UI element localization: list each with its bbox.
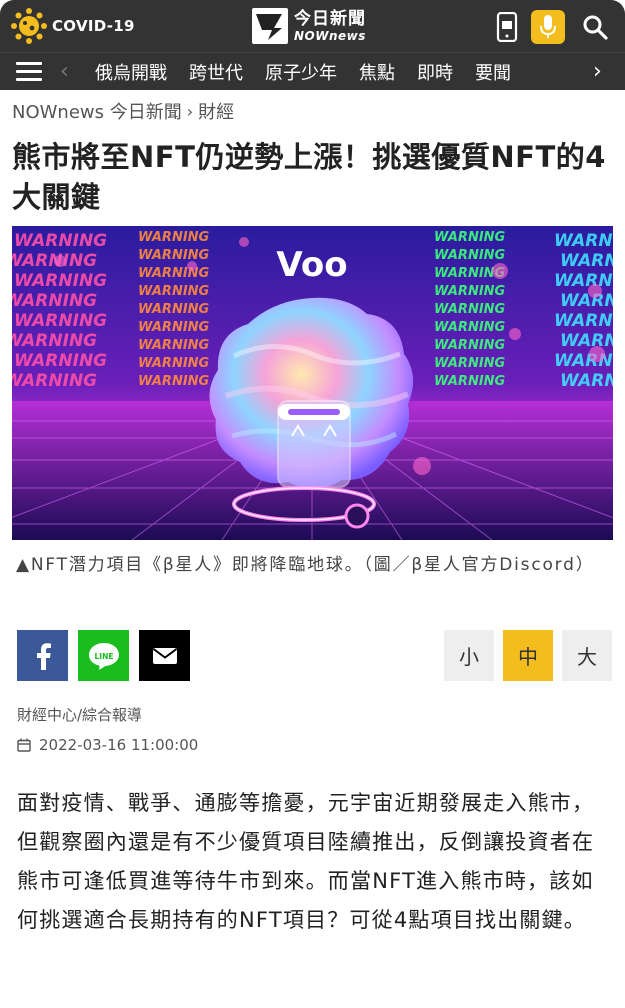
line-icon: LINE — [88, 642, 119, 670]
site-logo[interactable]: 今日新聞 NOWnews — [252, 8, 366, 44]
calendar-icon — [17, 738, 31, 752]
mail-icon — [152, 647, 177, 664]
svg-text:WARNING: WARNING — [12, 371, 97, 391]
covid-link[interactable]: COVID-19 — [10, 8, 135, 44]
svg-text:WARNING: WARNING — [138, 230, 210, 245]
nav-item-atom-youth[interactable]: 原子少年 — [265, 59, 337, 85]
logo-mark-icon — [252, 8, 288, 44]
svg-text:WARNING: WARNING — [12, 291, 97, 311]
svg-text:WARNING: WARNING — [434, 320, 506, 335]
svg-text:WARNING: WARNING — [138, 302, 210, 317]
article-date-row: 2022-03-16 11:00:00 — [17, 736, 198, 754]
article-title: 熊市將至NFT仍逆勢上漲！挑選優質NFT的4大關鍵 — [12, 140, 606, 214]
article-screen: COVID-19 今日新聞 NOWnews ‹ 俄烏開戰 跨世代 原子少年 焦點… — [0, 0, 625, 1008]
breadcrumb-section[interactable]: 財經 — [198, 98, 234, 124]
article-body: 面對疫情、戰爭、通膨等擔憂，元宇宙近期發展走入熊市，但觀察圈內還是有不少優質項目… — [17, 791, 595, 932]
line-icon-label: LINE — [94, 652, 113, 661]
svg-text:WARNING: WARNING — [434, 374, 506, 389]
logo-text: 今日新聞 NOWnews — [294, 8, 366, 43]
svg-text:WARNING: WARNING — [560, 331, 613, 351]
breadcrumb-site[interactable]: NOWnews 今日新聞 — [12, 98, 182, 124]
covid-label: COVID-19 — [52, 17, 135, 35]
hero-image: WARNING WARNING WARNING WARNING WARNING WARN… — [12, 226, 613, 540]
svg-text:WARNING: WARNING — [554, 311, 613, 331]
virus-icon — [10, 7, 48, 45]
nav-item-headlines[interactable]: 要聞 — [475, 59, 511, 85]
image-caption: ▲NFT潛力項目《β星人》即將降臨地球。（圖／β星人官方Discord） — [16, 555, 595, 575]
svg-text:WARNING: WARNING — [554, 271, 613, 291]
font-size-medium-button[interactable]: 中 — [503, 630, 553, 681]
article-date: 2022-03-16 11:00:00 — [39, 736, 199, 754]
svg-text:WARNING: WARNING — [434, 302, 506, 317]
search-icon[interactable] — [578, 10, 612, 44]
nav-item-generation[interactable]: 跨世代 — [189, 59, 243, 85]
logo-en: NOWnews — [294, 28, 366, 43]
nav-items: 俄烏開戰 跨世代 原子少年 焦點 即時 要聞 — [95, 53, 533, 91]
hamburger-menu-icon[interactable] — [16, 62, 42, 82]
svg-text:WARNING: WARNING — [138, 248, 210, 263]
breadcrumb-separator: › — [186, 101, 194, 121]
svg-text:WARNING: WARNING — [14, 351, 107, 371]
top-header: COVID-19 今日新聞 NOWnews — [0, 0, 625, 52]
svg-text:WARNING: WARNING — [138, 374, 210, 389]
font-size-small-button[interactable]: 小 — [444, 630, 494, 681]
svg-text:WARNING: WARNING — [434, 248, 506, 263]
nav-bar: ‹ 俄烏開戰 跨世代 原子少年 焦點 即時 要聞 › — [0, 52, 625, 90]
svg-text:WARNING: WARNING — [434, 356, 506, 371]
svg-text:WARNING: WARNING — [138, 284, 210, 299]
nav-item-war[interactable]: 俄烏開戰 — [95, 59, 167, 85]
logo-zh: 今日新聞 — [294, 8, 366, 29]
chevron-right-icon[interactable]: › — [593, 59, 602, 84]
hero-logo: Voo — [276, 245, 347, 285]
svg-text:WARNING: WARNING — [434, 284, 506, 299]
phone-app-icon[interactable] — [490, 10, 524, 44]
nav-item-focus[interactable]: 焦點 — [359, 59, 395, 85]
svg-text:WARNING: WARNING — [14, 311, 107, 331]
svg-text:WARNING: WARNING — [554, 231, 613, 251]
svg-text:WARNING: WARNING — [12, 331, 97, 351]
nav-item-instant[interactable]: 即時 — [417, 59, 453, 85]
svg-text:WARNING: WARNING — [560, 371, 613, 391]
svg-text:WARNING: WARNING — [434, 230, 506, 245]
svg-text:WARNING: WARNING — [138, 320, 210, 335]
chevron-left-icon[interactable]: ‹ — [60, 59, 69, 84]
microphone-icon[interactable] — [531, 10, 565, 44]
line-share-button[interactable]: LINE — [78, 630, 129, 681]
article-author: 財經中心/綜合報導 — [17, 706, 143, 724]
svg-text:WARNING: WARNING — [14, 231, 107, 251]
facebook-share-button[interactable] — [17, 630, 68, 681]
font-size-large-button[interactable]: 大 — [562, 630, 612, 681]
svg-text:WARNING: WARNING — [138, 338, 210, 353]
svg-text:WARNING: WARNING — [138, 356, 210, 371]
svg-text:WARNING: WARNING — [14, 271, 107, 291]
email-share-button[interactable] — [139, 630, 190, 681]
svg-text:WARNING: WARNING — [138, 266, 210, 281]
breadcrumb: NOWnews 今日新聞 › 財經 — [12, 98, 234, 124]
facebook-icon — [36, 642, 51, 670]
svg-text:WARNING: WARNING — [434, 338, 506, 353]
svg-text:WARNING: WARNING — [560, 291, 613, 311]
svg-text:WARNING: WARNING — [560, 251, 613, 271]
